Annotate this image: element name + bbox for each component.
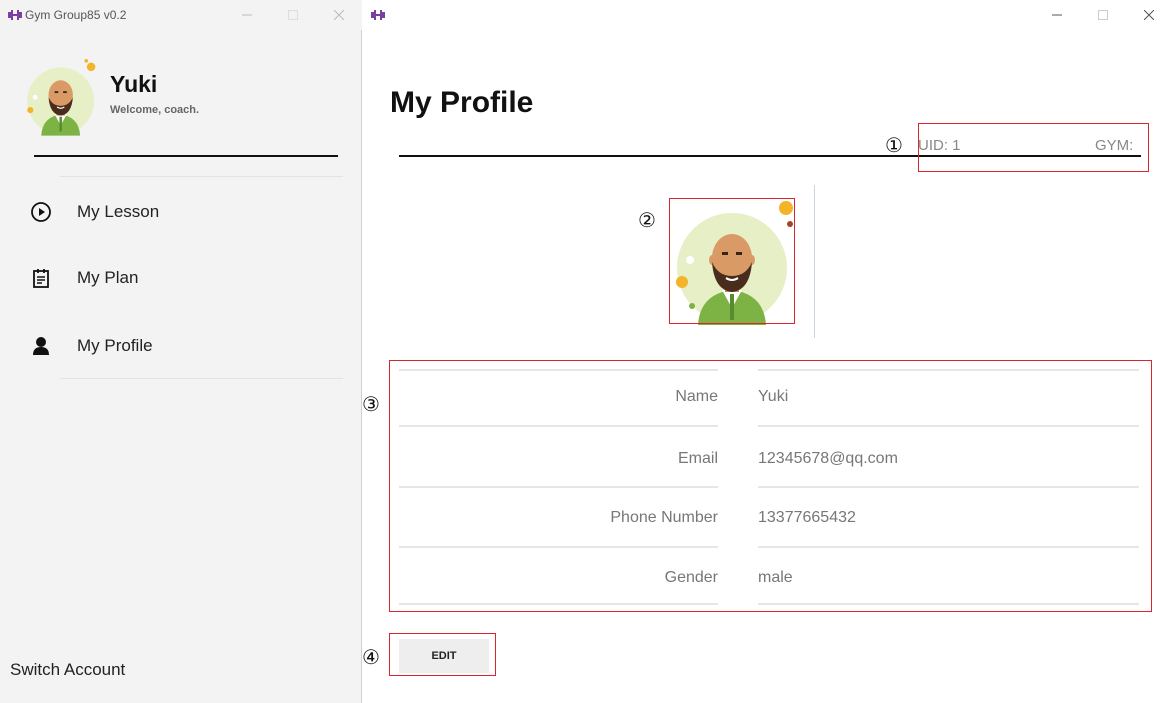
nav-item-label: My Lesson <box>77 202 160 221</box>
maximize-icon <box>288 10 298 20</box>
maximize-button[interactable] <box>270 0 316 30</box>
sidebar-window: Gym Group85 v0.2 Yuki Welcome, coach. My… <box>0 0 362 703</box>
user-header: Yuki Welcome, coach. <box>23 57 343 137</box>
nav-item-my-plan[interactable]: My Plan <box>20 254 340 302</box>
nav-item-my-lesson[interactable]: My Lesson <box>20 188 340 236</box>
close-icon <box>1144 10 1154 20</box>
person-icon <box>30 335 52 357</box>
annotation-number: ④ <box>362 645 380 669</box>
nav-divider-bottom <box>60 378 343 379</box>
maximize-icon <box>1098 10 1108 20</box>
clipboard-icon <box>30 267 52 289</box>
annotation-box-2 <box>669 198 795 324</box>
annotation-box-1 <box>918 123 1149 172</box>
play-circle-icon <box>30 201 52 223</box>
header-divider <box>34 155 338 157</box>
maximize-button[interactable] <box>1080 0 1126 30</box>
window-controls <box>224 0 362 30</box>
window-controls <box>1034 0 1172 30</box>
dumbbell-icon <box>8 10 22 20</box>
title-bar: Gym Group85 v0.2 <box>0 0 362 30</box>
avatar <box>27 59 96 136</box>
nav-item-label: My Profile <box>77 336 153 355</box>
minimize-icon <box>1052 14 1062 16</box>
page-title: My Profile <box>390 86 534 119</box>
minimize-button[interactable] <box>1034 0 1080 30</box>
annotation-number: ① <box>885 133 903 157</box>
annotation-number: ② <box>638 208 656 232</box>
minimize-button[interactable] <box>224 0 270 30</box>
title-bar <box>363 0 1172 30</box>
close-button[interactable] <box>1126 0 1172 30</box>
nav-item-label: My Plan <box>77 268 139 287</box>
nav-divider-top <box>60 176 343 177</box>
avatar-divider <box>814 185 815 338</box>
welcome-text: Welcome, coach. <box>110 104 200 116</box>
annotation-box-4 <box>389 633 496 676</box>
close-button[interactable] <box>316 0 362 30</box>
switch-account-link[interactable]: Switch Account <box>10 660 125 680</box>
app-title: Gym Group85 v0.2 <box>25 8 127 22</box>
annotation-box-3 <box>389 360 1152 612</box>
nav-item-my-profile[interactable]: My Profile <box>20 322 340 370</box>
user-name: Yuki <box>110 71 158 97</box>
close-icon <box>334 10 344 20</box>
annotation-number: ③ <box>362 392 380 416</box>
dumbbell-icon <box>371 10 385 20</box>
minimize-icon <box>242 14 252 16</box>
